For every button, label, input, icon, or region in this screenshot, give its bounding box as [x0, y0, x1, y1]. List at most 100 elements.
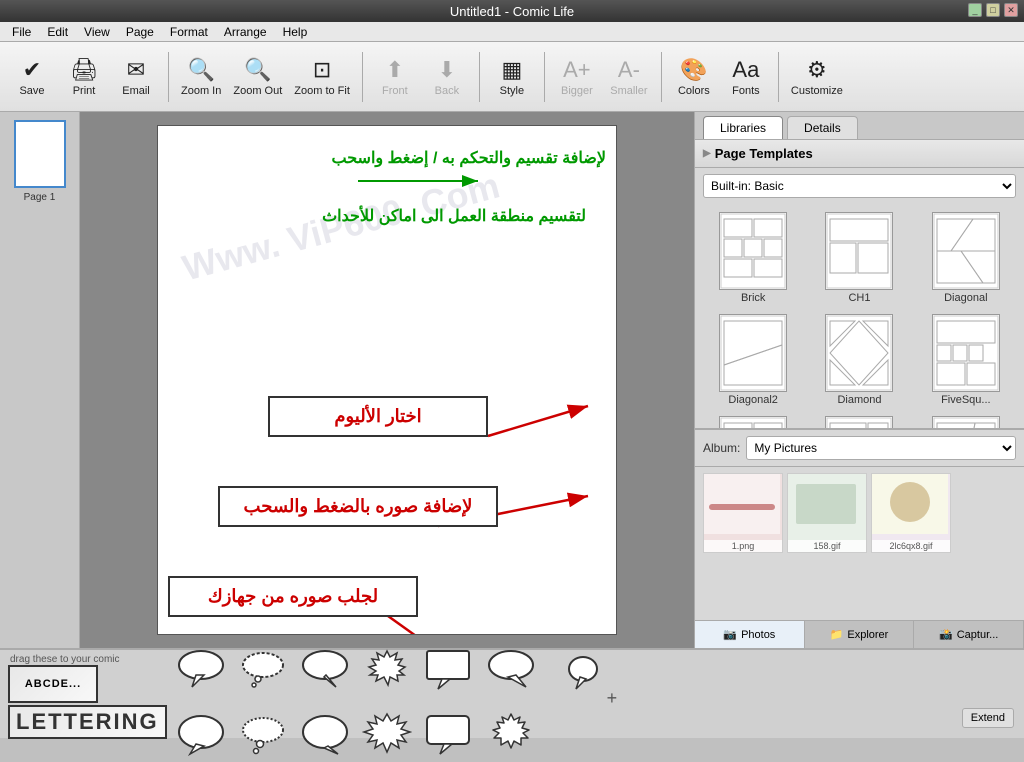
canvas-box-2: لإضافة صوره بالضغط والسحب — [218, 486, 498, 527]
photo-item-2[interactable]: 158.gif — [787, 473, 867, 553]
canvas-arrows — [158, 126, 616, 634]
balloon-speech-right[interactable] — [481, 642, 541, 697]
balloon-cloud-2[interactable] — [233, 707, 293, 762]
zoom-fit-icon: ⊡ — [313, 57, 331, 83]
print-button[interactable]: 🖨 Print — [60, 47, 108, 107]
smaller-icon: A- — [618, 57, 640, 83]
menu-edit[interactable]: Edit — [39, 23, 76, 41]
template-brick[interactable]: Brick — [703, 210, 803, 306]
template-diamond-label: Diamond — [837, 394, 881, 406]
well-label: drag these to your comic — [10, 654, 120, 665]
builtin-select-area: Built-in: Basic — [703, 174, 1016, 198]
template-diamond[interactable]: Diamond — [809, 312, 909, 408]
colors-icon: 🎨 — [680, 57, 707, 83]
extend-button[interactable]: Extend — [962, 708, 1014, 728]
balloon-spiky-2[interactable] — [357, 707, 417, 762]
menu-page[interactable]: Page — [118, 23, 162, 41]
template-irregular[interactable]: Irregular — [916, 414, 1016, 428]
template-foursq[interactable]: FourSqu... — [703, 414, 803, 428]
template-diagonal2[interactable]: Diagonal2 — [703, 312, 803, 408]
template-diamond-thumb — [825, 314, 893, 392]
back-icon: ⬇ — [438, 57, 456, 83]
email-button[interactable]: ✉ Email — [112, 47, 160, 107]
balloon-cloud-1[interactable] — [233, 642, 293, 697]
balloon-oval-2[interactable] — [295, 642, 355, 697]
photo-1-name: 1.png — [704, 540, 782, 552]
zoom-in-icon: 🔍 — [187, 57, 214, 83]
canvas-area[interactable]: Www. ViP600. Com لإضافة تقسيم والتحكم به… — [80, 112, 694, 648]
balloon-rect-2[interactable] — [419, 707, 479, 762]
balloon-oval-3[interactable] — [171, 707, 231, 762]
template-ch1[interactable]: CH1 — [809, 210, 909, 306]
template-ch1-label: CH1 — [848, 292, 870, 304]
front-button[interactable]: ⬆ Front — [371, 47, 419, 107]
close-button[interactable]: ✕ — [1004, 3, 1018, 17]
tab-photos[interactable]: 📷 Photos — [695, 621, 805, 648]
style-button[interactable]: ▦ Style — [488, 47, 536, 107]
right-panel: Libraries Details ▶ Page Templates Built… — [694, 112, 1024, 648]
template-diagonal[interactable]: Diagonal — [916, 210, 1016, 306]
canvas-text-1: لإضافة تقسيم والتحكم به / إضغط واسحب — [332, 148, 607, 168]
plus-icon[interactable]: + — [607, 688, 618, 709]
tab-capture[interactable]: 📸 Captur... — [914, 621, 1024, 648]
bigger-button[interactable]: A+ Bigger — [553, 47, 601, 107]
colors-button[interactable]: 🎨 Colors — [670, 47, 718, 107]
fonts-icon: Aa — [732, 57, 759, 83]
balloon-partial[interactable] — [543, 642, 603, 697]
zoom-in-button[interactable]: 🔍 Zoom In — [177, 47, 225, 107]
template-diagonal-label: Diagonal — [944, 292, 987, 304]
menu-arrange[interactable]: Arrange — [216, 23, 275, 41]
template-interlock[interactable]: Interlock — [809, 414, 909, 428]
photo-item-1[interactable]: 1.png — [703, 473, 783, 553]
template-diagonal2-label: Diagonal2 — [728, 394, 778, 406]
bottom-well: drag these to your comic ABCDE... LETTER… — [0, 648, 1024, 738]
album-dropdown[interactable]: My Pictures — [746, 436, 1016, 460]
menu-format[interactable]: Format — [162, 23, 216, 41]
tab-libraries[interactable]: Libraries — [703, 116, 783, 139]
save-button[interactable]: ✔ Save — [8, 47, 56, 107]
balloon-oval-1[interactable] — [171, 642, 231, 697]
panel-tabs: Libraries Details — [695, 112, 1024, 140]
balloon-rect-1[interactable] — [419, 642, 479, 697]
minimize-button[interactable]: _ — [968, 3, 982, 17]
templates-header: ▶ Page Templates — [695, 140, 1024, 168]
page-1-label: Page 1 — [24, 192, 56, 203]
builtin-dropdown[interactable]: Built-in: Basic — [703, 174, 1016, 198]
comic-page: Www. ViP600. Com لإضافة تقسيم والتحكم به… — [157, 125, 617, 635]
pages-panel: Page 1 — [0, 112, 80, 648]
tab-details[interactable]: Details — [787, 116, 858, 139]
menu-file[interactable]: File — [4, 23, 39, 41]
zoom-fit-button[interactable]: ⊡ Zoom to Fit — [290, 47, 354, 107]
triangle-icon: ▶ — [703, 148, 711, 159]
album-label: Album: — [703, 441, 740, 455]
fonts-button[interactable]: Aa Fonts — [722, 47, 770, 107]
lettering-style2[interactable]: LETTERING — [8, 705, 167, 739]
smaller-button[interactable]: A- Smaller — [605, 47, 653, 107]
balloon-spiky-1[interactable] — [357, 642, 417, 697]
templates-grid: Brick CH1 — [695, 204, 1024, 428]
photo-item-3[interactable]: 2lc6qx8.gif — [871, 473, 951, 553]
canvas-text-2: لتقسيم منطقة العمل الى اماكن للأحداث — [322, 206, 586, 226]
right-bottom-tabs: 📷 Photos 📁 Explorer 📸 Captur... — [695, 620, 1024, 648]
toolbar-separator-6 — [778, 52, 779, 102]
back-button[interactable]: ⬇ Back — [423, 47, 471, 107]
menu-view[interactable]: View — [76, 23, 118, 41]
balloon-oval-4[interactable] — [295, 707, 355, 762]
lettering-style1[interactable]: ABCDE... — [8, 665, 98, 703]
maximize-button[interactable]: □ — [986, 3, 1000, 17]
customize-button[interactable]: ⚙ Customize — [787, 47, 847, 107]
print-icon: 🖨 — [70, 57, 98, 83]
explorer-icon: 📁 — [830, 628, 844, 641]
toolbar: ✔ Save 🖨 Print ✉ Email 🔍 Zoom In 🔍 Zoom … — [0, 42, 1024, 112]
front-icon: ⬆ — [386, 57, 404, 83]
balloon-star[interactable] — [481, 707, 541, 762]
menu-help[interactable]: Help — [275, 23, 316, 41]
page-1-thumb[interactable] — [14, 120, 66, 188]
tab-explorer[interactable]: 📁 Explorer — [805, 621, 915, 648]
photos-grid: 1.png 158.gif 2lc6qx8.gif — [695, 467, 1024, 620]
right-top: Libraries Details ▶ Page Templates Built… — [695, 112, 1024, 428]
zoom-out-button[interactable]: 🔍 Zoom Out — [229, 47, 286, 107]
template-fivesq[interactable]: FiveSqu... — [916, 312, 1016, 408]
box2-text: لإضافة صوره بالضغط والسحب — [244, 496, 473, 516]
template-interlock-thumb — [825, 416, 893, 428]
